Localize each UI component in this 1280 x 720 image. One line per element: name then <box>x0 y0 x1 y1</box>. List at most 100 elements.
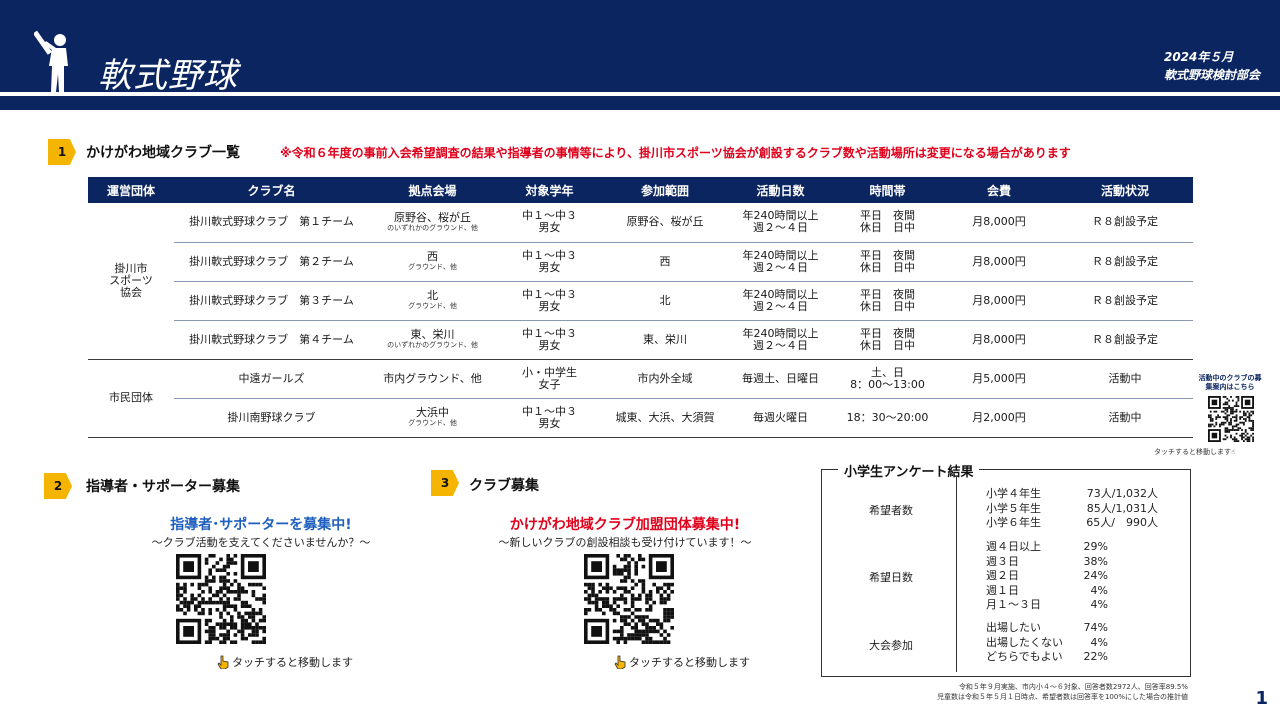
table-row: 掛川南野球クラブ 大浜中 グラウンド、他 中１～中３ 男女 城東、大浜、大須賀 毎週火曜日 1… <box>88 398 1193 438</box>
gender-text: 男女 <box>538 260 561 274</box>
side-qr-touch-label: タッチすると移動します <box>1154 448 1231 456</box>
survey-item-value: 4% <box>1090 583 1108 597</box>
survey-item-value: 74% <box>1083 621 1108 634</box>
grade-text: 中１～中３ <box>522 326 577 340</box>
time-cell: 平日 夜間 休日 日中 <box>834 242 941 282</box>
area-cell: 西 <box>603 242 727 282</box>
side-qr-caption: 活動中のクラブの募集案内はこちら <box>1198 374 1262 391</box>
survey-row: どちらでもよい 22% <box>986 650 1108 664</box>
qr-code-club-recruit[interactable] <box>584 554 674 644</box>
survey-category-label: 希望日数 <box>869 571 913 584</box>
survey-footnote: 令和５年９月実施、市内小４～６対象、回答者数2972人、回答率89.5% 児童数… <box>937 682 1188 702</box>
survey-item-label: 週４日以上 <box>986 540 1041 553</box>
leader-touch-hint[interactable]: タッチすると移動します <box>216 654 353 670</box>
fee-text: 月8,000円 <box>972 332 1026 346</box>
survey-category-label: 希望者数 <box>869 504 913 517</box>
grade-cell: 中１～中３ 男女 <box>496 398 603 438</box>
grade-cell: 中１～中３ 男女 <box>496 242 603 282</box>
time-text: 休日 日中 <box>860 338 915 352</box>
club-name-cell: 掛川軟式野球クラブ 第３チーム <box>174 281 369 321</box>
days-cell: 毎週火曜日 <box>727 398 834 438</box>
days-text: 週２～４日 <box>753 221 808 235</box>
table-header-cell: 拠点会場 <box>369 177 496 203</box>
venue-main: 西 <box>427 250 438 263</box>
table-row: 市民団体 中遠ガールズ 市内グラウンド、他 小・中学生 女子 市内外全域 毎週土、日曜日 土、… <box>88 359 1193 438</box>
survey-row: 週１日 4% <box>986 584 1108 598</box>
org-cell: 市民団体 <box>88 359 174 438</box>
time-text: 休日 日中 <box>860 299 915 313</box>
grade-text: 中１～中３ <box>522 248 577 262</box>
table-header-row: 運営団体 クラブ名 拠点会場 対象学年 参加範囲 活動日数 時間帯 会費 活動状… <box>88 177 1193 203</box>
survey-row: 小学４年生 73人/1,032人 <box>986 487 1158 501</box>
leader-recruit-subtext: ～クラブ活動を支えてくださいませんか？～ <box>151 536 371 549</box>
area-text: 北 <box>659 293 671 307</box>
area-cell: 東、栄川 <box>603 320 727 360</box>
area-text: 市内外全域 <box>637 371 693 385</box>
header-org: 軟式野球検討部会 <box>1163 68 1260 82</box>
page-number: 1 <box>1255 688 1268 709</box>
fee-cell: 月8,000円 <box>941 203 1057 243</box>
baseball-batter-icon <box>34 30 68 92</box>
qr-code-leader-recruit[interactable] <box>176 554 266 644</box>
club-name-cell: 掛川軟式野球クラブ 第２チーム <box>174 242 369 282</box>
survey-row: 週４日以上 29% <box>986 540 1108 554</box>
days-cell: 年240時間以上 週２～４日 <box>727 320 834 360</box>
venue-sub: のいずれかのグラウンド、他 <box>387 341 478 349</box>
survey-item-label: 小学５年生 <box>986 501 1041 515</box>
area-cell: 城東、大浜、大須賀 <box>603 398 727 438</box>
days-cell: 年240時間以上 週２～４日 <box>727 281 834 321</box>
fee-cell: 月2,000円 <box>941 398 1057 438</box>
fee-cell: 月8,000円 <box>941 320 1057 360</box>
time-text: 平日 夜間 <box>860 326 915 340</box>
time-text: 休日 日中 <box>860 260 915 274</box>
status-text: Ｒ８創設予定 <box>1092 293 1158 307</box>
venue-main: 北 <box>427 289 438 302</box>
survey-item-value: 73人/1,032人 <box>1086 487 1158 500</box>
status-cell: 活動中 <box>1057 398 1193 438</box>
club-recruit-headline: かけがわ地域クラブ加盟団体募集中! <box>509 517 741 533</box>
time-text: 土、日 <box>871 365 904 379</box>
club-table: 運営団体 クラブ名 拠点会場 対象学年 参加範囲 活動日数 時間帯 会費 活動状… <box>88 177 1193 438</box>
days-cell: 年240時間以上 週２～４日 <box>727 242 834 282</box>
venue-cell: 東、栄川 のいずれかのグラウンド、他 <box>369 320 496 360</box>
survey-item-value: 22% <box>1083 650 1108 663</box>
status-cell: Ｒ８創設予定 <box>1057 281 1193 321</box>
venue-sub: グラウンド、他 <box>408 302 457 310</box>
section-1-notice: ※令和６年度の事前入会希望調査の結果や指導者の事情等により、掛川市スポーツ協会が… <box>280 146 1071 160</box>
days-cell: 年240時間以上 週２～４日 <box>727 203 834 243</box>
table-header-cell: 活動日数 <box>727 177 834 203</box>
qr-code-club-info[interactable] <box>1208 396 1254 442</box>
survey-item-label: 小学４年生 <box>986 487 1041 500</box>
table-header-cell: 運営団体 <box>88 177 174 203</box>
survey-item-value: 38% <box>1083 554 1108 568</box>
club-name: 中遠ガールズ <box>238 371 305 385</box>
venue-main: 東、栄川 <box>410 328 455 341</box>
club-touch-hint[interactable]: タッチすると移動します <box>613 654 750 670</box>
status-text: 活動中 <box>1108 410 1142 424</box>
grade-text: 中１～中３ <box>522 287 577 301</box>
gender-text: 男女 <box>538 338 561 352</box>
venue-sub: グラウンド、他 <box>408 263 457 271</box>
club-recruit-subtext: ～新しいクラブの創設相談も受け付けています！～ <box>498 536 752 549</box>
table-header-cell: クラブ名 <box>174 177 369 203</box>
survey-footnote-line: 児童数は令和５年５月１日時点、希望者数は回答率を100%にした場合の推計値 <box>936 693 1188 701</box>
venue-sub: グラウンド、他 <box>408 419 457 427</box>
days-text: 年240時間以上 <box>742 287 819 301</box>
leader-recruit-headline: 指導者･サポーターを募集中! <box>170 517 352 533</box>
survey-row: 出場したくない 4% <box>986 636 1108 650</box>
table-header-cell: 参加範囲 <box>603 177 727 203</box>
fee-text: 月2,000円 <box>972 410 1026 424</box>
gender-text: 男女 <box>538 221 561 235</box>
time-text: 8：00～13:00 <box>850 377 925 391</box>
survey-row: 週３日 38% <box>986 555 1108 569</box>
side-qr-touch-hint[interactable]: タッチすると移動します☝ <box>1154 447 1235 457</box>
grade-cell: 中１～中３ 男女 <box>496 281 603 321</box>
time-text: 平日 夜間 <box>860 248 915 262</box>
grade-text: 中１～中３ <box>522 404 577 418</box>
table-header-cell: 会費 <box>941 177 1057 203</box>
club-name-cell: 掛川軟式野球クラブ 第１チーム <box>174 203 369 243</box>
club-name-cell: 中遠ガールズ <box>174 359 369 399</box>
survey-item-value: 4% <box>1090 598 1108 611</box>
survey-item-value: 29% <box>1083 540 1108 553</box>
status-text: Ｒ８創設予定 <box>1092 332 1158 346</box>
